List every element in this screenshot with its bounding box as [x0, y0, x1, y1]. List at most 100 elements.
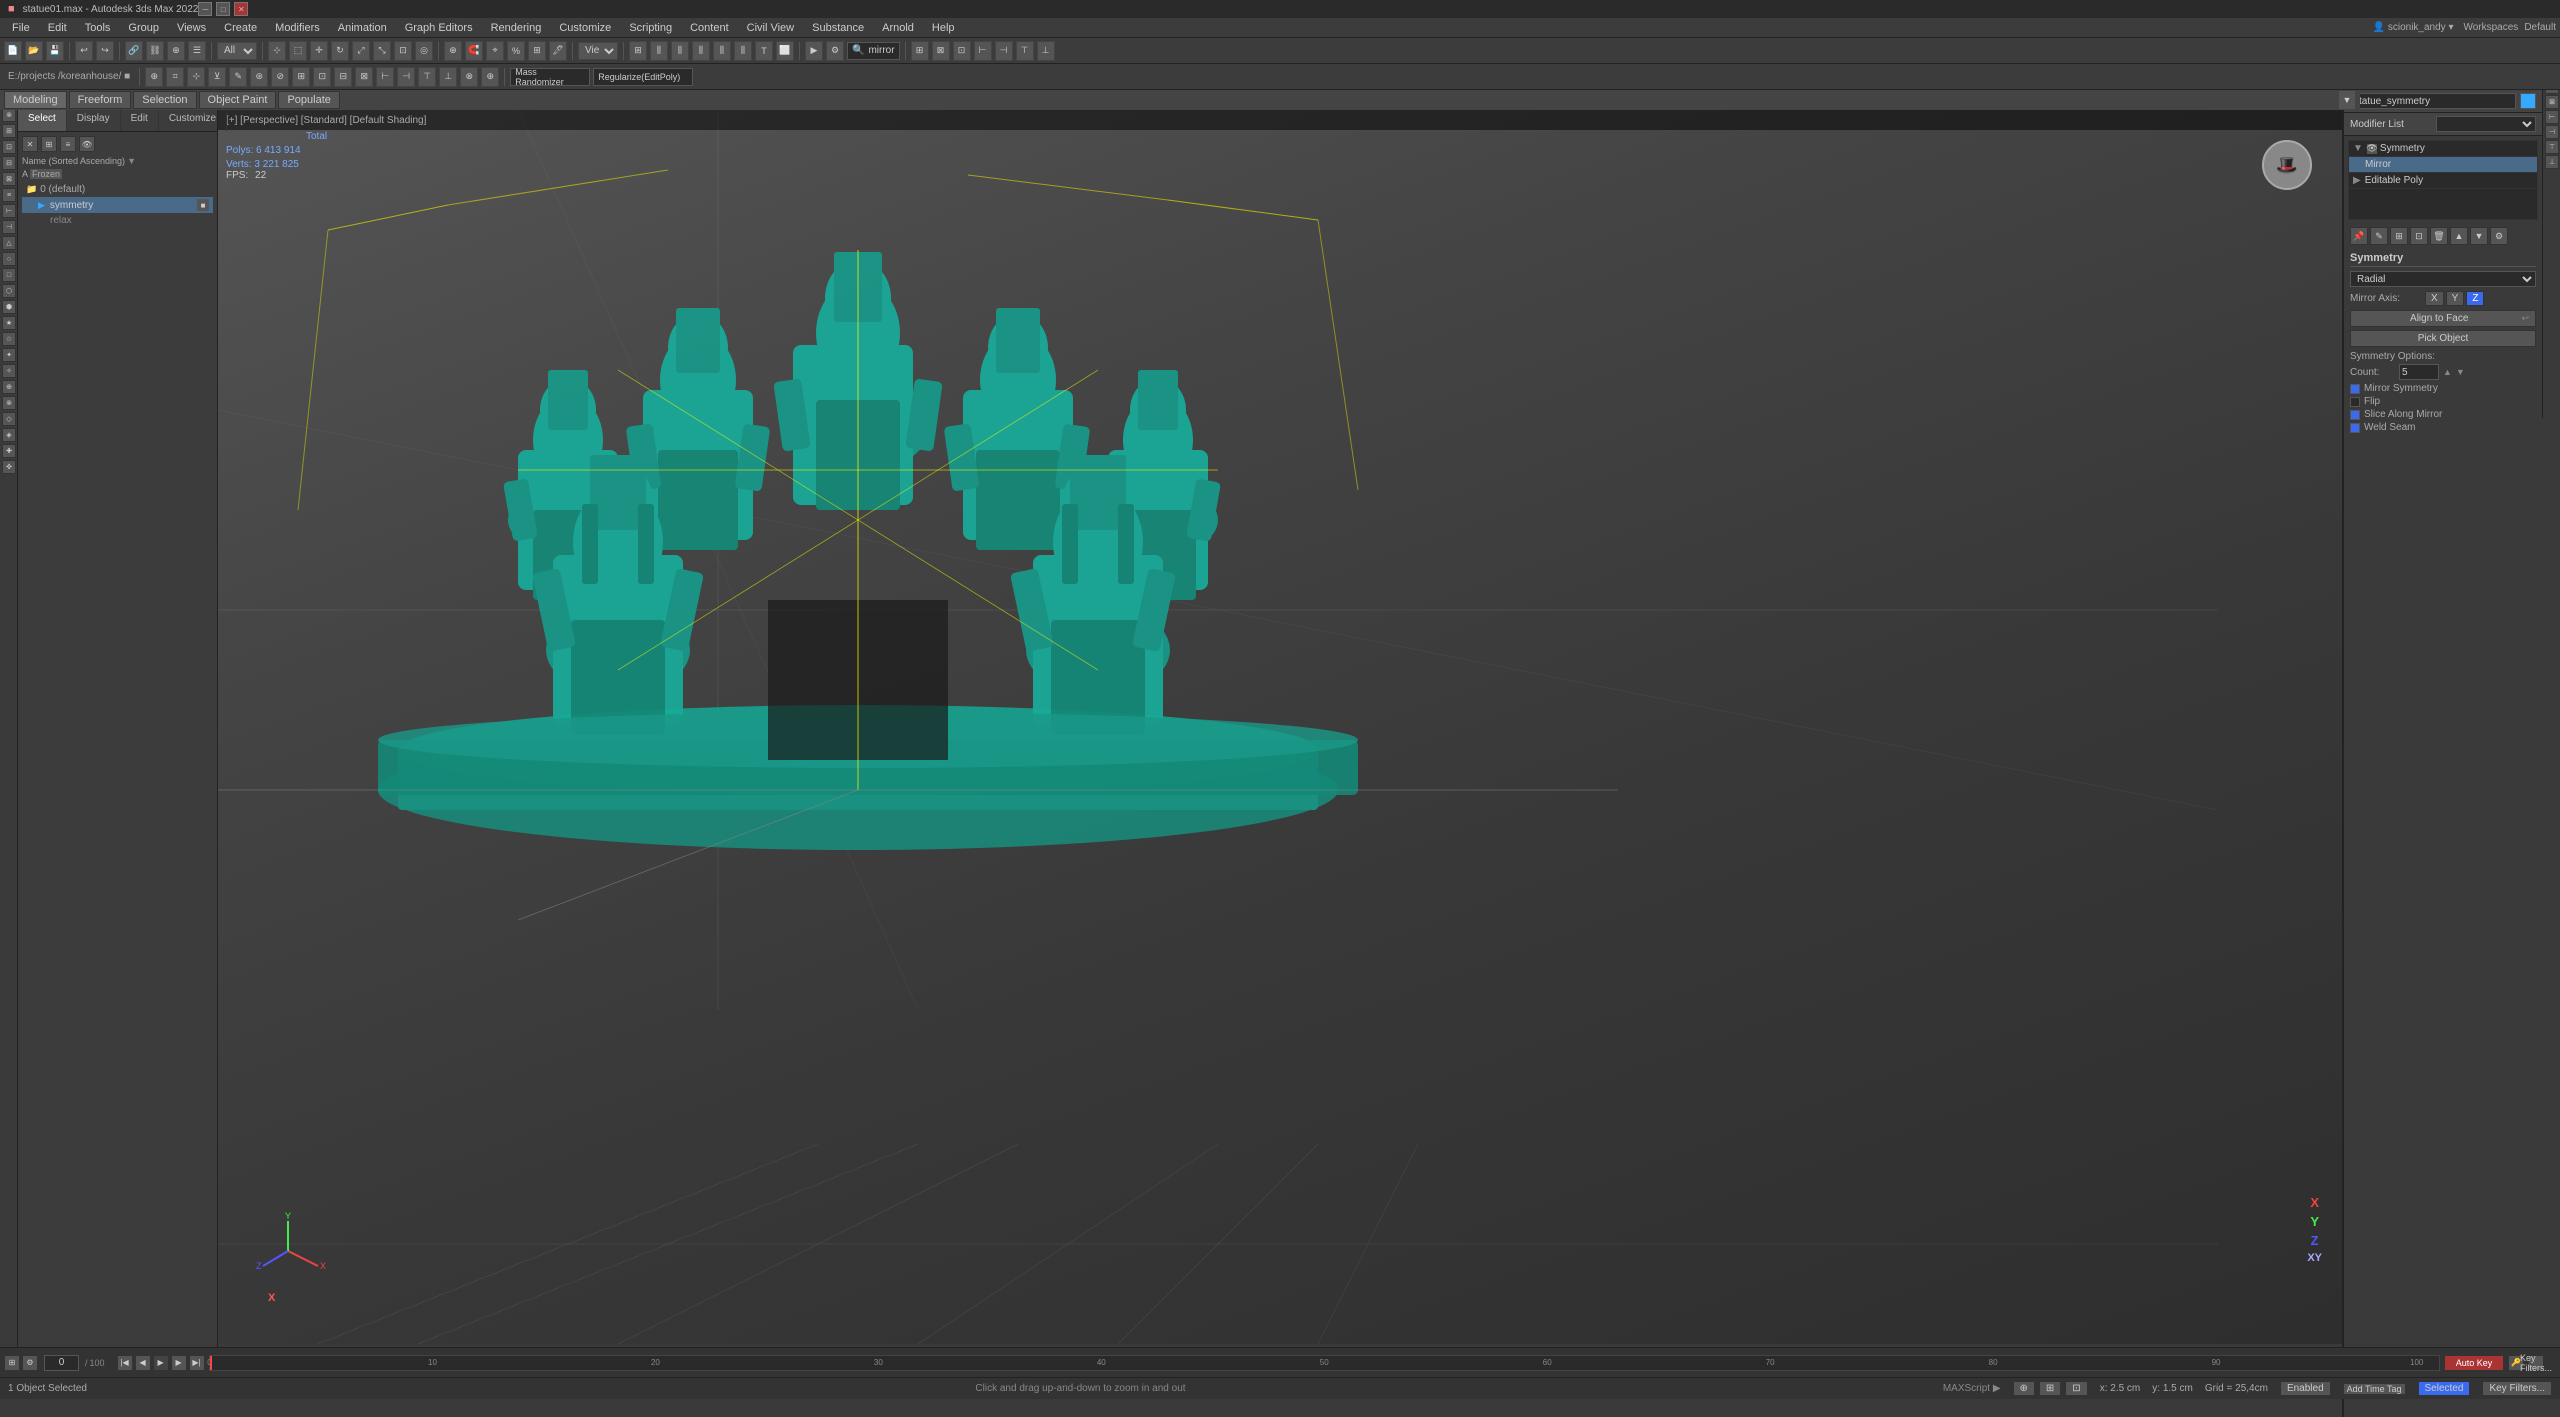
- instance-btn[interactable]: ⊞: [2390, 227, 2408, 245]
- mirror-btn[interactable]: ⊞: [629, 41, 647, 61]
- auto-key-btn[interactable]: Auto Key: [2444, 1355, 2504, 1371]
- menu-scripting[interactable]: Scripting: [621, 20, 680, 36]
- render-setup-btn[interactable]: ⚙: [826, 41, 844, 61]
- fri-10[interactable]: ⊥: [2545, 155, 2559, 169]
- spinsnap-btn[interactable]: ⊻: [208, 67, 226, 87]
- align3-btn[interactable]: ⫼: [692, 41, 710, 61]
- addtime-btn[interactable]: Add Time Tag: [2343, 1383, 2406, 1395]
- extra1-btn[interactable]: ⊞: [911, 41, 929, 61]
- menu-file[interactable]: File: [4, 20, 38, 36]
- viewport-header[interactable]: [+] [Perspective] [Standard] [Default Sh…: [218, 110, 2342, 130]
- select-filter-btn[interactable]: ☰: [188, 41, 206, 61]
- freeze-btn[interactable]: ■: [197, 199, 209, 211]
- new-file-btn[interactable]: 📄: [4, 41, 22, 61]
- modifier-list-dropdown[interactable]: [2436, 116, 2536, 132]
- extra-t2-1[interactable]: ⊞: [292, 67, 310, 87]
- left-icon-15[interactable]: ★: [2, 316, 16, 330]
- bind-btn[interactable]: ⊕: [167, 41, 185, 61]
- align-btn[interactable]: ⫼: [650, 41, 668, 61]
- selection-tab[interactable]: Selection: [133, 91, 196, 109]
- left-icon-16[interactable]: ☆: [2, 332, 16, 346]
- prev-key-btn[interactable]: |◀: [117, 1355, 133, 1371]
- quick-render-btn[interactable]: ▶: [805, 41, 823, 61]
- populate-tab[interactable]: Populate: [278, 91, 339, 109]
- extra-t2-10[interactable]: ⊕: [481, 67, 499, 87]
- pivot-btn[interactable]: ⊕: [444, 41, 462, 61]
- menu-modifiers[interactable]: Modifiers: [267, 20, 328, 36]
- object-paint-tab[interactable]: Object Paint: [199, 91, 277, 109]
- edit-named-btn[interactable]: ✎: [229, 67, 247, 87]
- select-btn[interactable]: ⊹: [268, 41, 286, 61]
- mod-symmetry[interactable]: ▼ 👁 Symmetry: [2349, 141, 2537, 157]
- left-icon-13[interactable]: ⬡: [2, 284, 16, 298]
- config-btn[interactable]: ⚙: [2490, 227, 2508, 245]
- reference-btn[interactable]: ◎: [415, 41, 433, 61]
- count-up-arrow[interactable]: ▲: [2443, 367, 2452, 377]
- align4-btn[interactable]: ⫼: [713, 41, 731, 61]
- paint2-btn[interactable]: ⊘: [271, 67, 289, 87]
- tab-select[interactable]: Select: [18, 110, 67, 131]
- left-icon-4[interactable]: ⊡: [2, 140, 16, 154]
- left-icon-10[interactable]: △: [2, 236, 16, 250]
- percsnap-btn[interactable]: ⊹: [187, 67, 205, 87]
- mod-mirror[interactable]: Mirror: [2349, 157, 2537, 173]
- menu-create[interactable]: Create: [216, 20, 265, 36]
- select-filter-dropdown[interactable]: All: [217, 42, 257, 60]
- freeform-tab[interactable]: Freeform: [69, 91, 132, 109]
- selected-status[interactable]: Selected: [2418, 1381, 2471, 1396]
- object-name-input[interactable]: [2350, 93, 2516, 109]
- mod-editpoly[interactable]: ▶ Editable Poly: [2349, 173, 2537, 189]
- object-color-swatch[interactable]: [2520, 93, 2536, 109]
- snap3d-btn[interactable]: ⊕: [145, 67, 163, 87]
- unique-btn[interactable]: ⊡: [2410, 227, 2428, 245]
- mode-extra-btn[interactable]: ▼: [2338, 90, 2356, 110]
- next-frame-btn[interactable]: ▶: [171, 1355, 187, 1371]
- left-icon-17[interactable]: ✦: [2, 348, 16, 362]
- left-icon-8[interactable]: ⊢: [2, 204, 16, 218]
- menu-customize[interactable]: Customize: [551, 20, 619, 36]
- extra5-btn[interactable]: ⊣: [995, 41, 1013, 61]
- extra6-btn[interactable]: ⊤: [1016, 41, 1034, 61]
- extra-t2-2[interactable]: ⊡: [313, 67, 331, 87]
- menu-civil-view[interactable]: Civil View: [739, 20, 802, 36]
- menu-substance[interactable]: Substance: [804, 20, 872, 36]
- percent-snap-btn[interactable]: %: [507, 41, 525, 61]
- align2-btn[interactable]: ⫼: [671, 41, 689, 61]
- se-relax-item[interactable]: relax: [22, 213, 213, 228]
- menu-group[interactable]: Group: [120, 20, 167, 36]
- left-icon-9[interactable]: ⊣: [2, 220, 16, 234]
- remove-btn[interactable]: 🗑: [2430, 227, 2448, 245]
- se-expand-btn[interactable]: ⊞: [41, 136, 57, 152]
- slice-checkbox[interactable]: [2350, 410, 2360, 420]
- redo-btn[interactable]: ↪: [96, 41, 114, 61]
- mass-randomizer-btn[interactable]: Mass Randomizer: [510, 68, 590, 86]
- left-icon-7[interactable]: ≡: [2, 188, 16, 202]
- tab-display[interactable]: Display: [67, 110, 121, 131]
- fri-6[interactable]: ⊠: [2545, 95, 2559, 109]
- extra3-btn[interactable]: ⊡: [953, 41, 971, 61]
- frame-input[interactable]: [44, 1355, 79, 1371]
- menu-tools[interactable]: Tools: [77, 20, 119, 36]
- enabled-btn[interactable]: Enabled: [2280, 1381, 2331, 1396]
- maximize-button[interactable]: □: [216, 2, 230, 16]
- align-face-btn[interactable]: Align to Face ↩: [2350, 310, 2536, 327]
- close-button[interactable]: ✕: [234, 2, 248, 16]
- extra-t2-9[interactable]: ⊗: [460, 67, 478, 87]
- pick-object-btn[interactable]: Pick Object: [2350, 330, 2536, 347]
- left-icon-3[interactable]: ⊞: [2, 124, 16, 138]
- time-config-btn[interactable]: ⚙: [22, 1355, 38, 1371]
- compass-widget[interactable]: 🎩: [2262, 140, 2312, 190]
- left-icon-20[interactable]: ⊗: [2, 396, 16, 410]
- axis-z-btn[interactable]: Z: [2466, 291, 2484, 306]
- count-down-arrow[interactable]: ▼: [2456, 367, 2465, 377]
- pin-btn[interactable]: 📌: [2350, 227, 2368, 245]
- menu-content[interactable]: Content: [682, 20, 737, 36]
- snap-status-btn[interactable]: ⊕: [2013, 1381, 2035, 1396]
- fri-7[interactable]: ⊢: [2545, 110, 2559, 124]
- save-file-btn[interactable]: 💾: [46, 41, 64, 61]
- left-icon-21[interactable]: ◇: [2, 412, 16, 426]
- grid-status-btn[interactable]: ⊞: [2039, 1381, 2061, 1396]
- se-close-btn[interactable]: ✕: [22, 136, 38, 152]
- menu-views[interactable]: Views: [169, 20, 214, 36]
- se-layer-item[interactable]: 📁 0 (default): [22, 182, 213, 197]
